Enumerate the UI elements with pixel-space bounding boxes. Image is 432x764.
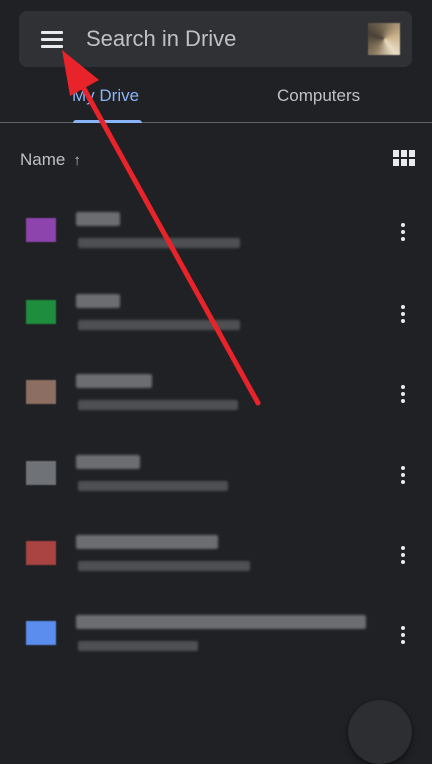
file-list-item[interactable] (0, 272, 432, 352)
grid-view-icon[interactable] (393, 150, 415, 168)
file-list-item[interactable] (0, 190, 432, 270)
more-options-icon[interactable] (396, 384, 410, 404)
file-thumbnail-icon (26, 380, 56, 404)
file-thumbnail-icon (26, 218, 56, 242)
more-options-icon[interactable] (396, 465, 410, 485)
file-thumbnail-icon (26, 541, 56, 565)
more-options-icon[interactable] (396, 545, 410, 565)
search-input[interactable]: Search in Drive (86, 26, 236, 52)
file-list-item[interactable] (0, 433, 432, 513)
file-name-redacted (76, 212, 120, 226)
tab-my-drive[interactable]: My Drive (72, 86, 139, 106)
file-thumbnail-icon (26, 300, 56, 324)
tab-computers[interactable]: Computers (277, 86, 360, 106)
more-options-icon[interactable] (396, 222, 410, 242)
file-list-item[interactable] (0, 593, 432, 673)
more-options-icon[interactable] (396, 625, 410, 645)
search-bar[interactable]: Search in Drive (19, 11, 412, 67)
file-name-redacted (76, 374, 152, 388)
file-thumbnail-icon (26, 621, 56, 645)
file-meta-redacted (78, 320, 240, 330)
file-meta-redacted (78, 561, 250, 571)
menu-button[interactable] (33, 26, 71, 52)
tab-bar: My Drive Computers (0, 72, 432, 123)
file-list-item[interactable] (0, 513, 432, 593)
more-options-icon[interactable] (396, 304, 410, 324)
file-meta-redacted (78, 400, 238, 410)
file-name-redacted (76, 294, 120, 308)
arrow-up-icon: ↑ (73, 152, 81, 169)
file-list-item[interactable] (0, 352, 432, 432)
active-tab-indicator (73, 120, 142, 123)
file-name-redacted (76, 615, 366, 629)
file-meta-redacted (78, 238, 240, 248)
new-file-button[interactable] (348, 700, 412, 764)
menu-icon (41, 31, 63, 34)
file-name-redacted (76, 455, 140, 469)
file-meta-redacted (78, 481, 228, 491)
account-avatar[interactable] (368, 23, 400, 55)
file-thumbnail-icon (26, 461, 56, 485)
file-name-redacted (76, 535, 218, 549)
sort-control[interactable]: Name ↑ (20, 150, 81, 170)
sort-label: Name (20, 150, 66, 169)
file-meta-redacted (78, 641, 198, 651)
